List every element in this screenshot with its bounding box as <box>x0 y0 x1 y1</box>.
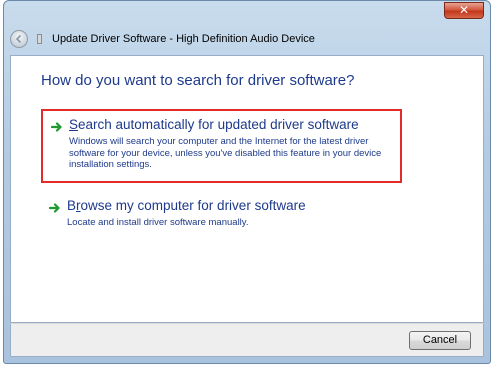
audio-device-icon <box>37 34 42 44</box>
green-arrow-icon <box>49 203 60 213</box>
option-description: Windows will search your computer and th… <box>69 136 382 170</box>
green-arrow-icon <box>51 122 62 132</box>
back-button[interactable] <box>10 30 28 48</box>
close-icon: ✕ <box>458 3 470 17</box>
search-automatically-option[interactable]: Search automatically for updated driver … <box>41 109 402 183</box>
option-title: Browse my computer for driver software <box>67 198 306 213</box>
accesskey-letter: S <box>69 117 79 132</box>
cancel-button[interactable]: Cancel <box>409 331 471 350</box>
browse-computer-option[interactable]: Browse my computer for driver software L… <box>41 194 402 240</box>
dialog-window: ✕ Update Driver Software - High Definiti… <box>3 0 491 364</box>
button-bar: Cancel <box>10 323 484 357</box>
back-arrow-icon <box>15 34 22 44</box>
window-title: Update Driver Software - High Definition… <box>52 33 315 45</box>
option-description: Locate and install driver software manua… <box>67 217 249 228</box>
option-title-text: owse my computer for driver software <box>80 198 306 213</box>
close-button[interactable]: ✕ <box>444 2 484 19</box>
page-heading: How do you want to search for driver sof… <box>41 72 355 89</box>
option-title-text: earch automatically for updated driver s… <box>78 117 359 132</box>
content-panel: How do you want to search for driver sof… <box>10 55 484 323</box>
title-bar: Update Driver Software - High Definition… <box>10 21 484 55</box>
option-title: Search automatically for updated driver … <box>69 117 359 132</box>
option-title-prefix: B <box>67 198 77 213</box>
